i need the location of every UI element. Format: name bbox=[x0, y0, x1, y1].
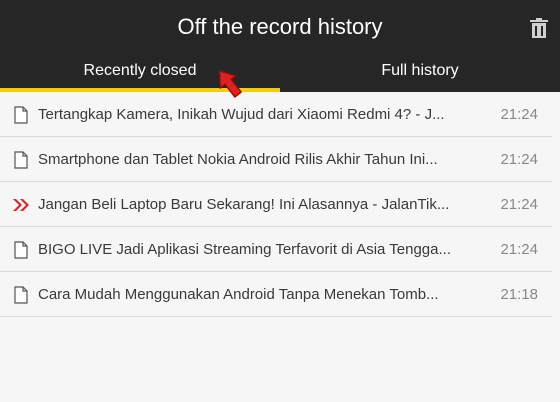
tab-label: Recently closed bbox=[83, 62, 197, 79]
page-icon bbox=[14, 151, 28, 169]
page-icon bbox=[14, 286, 28, 304]
header-bar: Off the record history Recently closed F… bbox=[0, 0, 560, 92]
history-item-time: 21:24 bbox=[500, 241, 538, 258]
history-item-time: 21:24 bbox=[500, 106, 538, 123]
page-icon bbox=[14, 241, 28, 259]
jalantikus-icon bbox=[13, 199, 29, 211]
trash-icon[interactable] bbox=[530, 18, 548, 38]
page-title: Off the record history bbox=[177, 14, 383, 39]
history-item[interactable]: Cara Mudah Menggunakan Android Tanpa Men… bbox=[0, 272, 552, 317]
history-item-time: 21:24 bbox=[500, 196, 538, 213]
history-item[interactable]: BIGO LIVE Jadi Aplikasi Streaming Terfav… bbox=[0, 227, 552, 272]
page-icon bbox=[14, 106, 28, 124]
history-list: Tertangkap Kamera, Inikah Wujud dari Xia… bbox=[0, 92, 560, 317]
history-item[interactable]: Jangan Beli Laptop Baru Sekarang! Ini Al… bbox=[0, 182, 552, 227]
history-item-title: Tertangkap Kamera, Inikah Wujud dari Xia… bbox=[38, 106, 445, 123]
history-item-title: Cara Mudah Menggunakan Android Tanpa Men… bbox=[38, 286, 439, 303]
history-item-time: 21:24 bbox=[500, 151, 538, 168]
tab-label: Full history bbox=[381, 62, 459, 79]
history-item-title: Jangan Beli Laptop Baru Sekarang! Ini Al… bbox=[38, 196, 450, 213]
history-item[interactable]: Smartphone dan Tablet Nokia Android Rili… bbox=[0, 137, 552, 182]
history-item[interactable]: Tertangkap Kamera, Inikah Wujud dari Xia… bbox=[0, 92, 552, 137]
history-item-time: 21:18 bbox=[500, 286, 538, 303]
history-item-title: BIGO LIVE Jadi Aplikasi Streaming Terfav… bbox=[38, 241, 451, 258]
tab-full-history[interactable]: Full history bbox=[280, 58, 560, 92]
tab-bar: Recently closed Full history bbox=[0, 58, 560, 92]
history-item-title: Smartphone dan Tablet Nokia Android Rili… bbox=[38, 151, 438, 168]
